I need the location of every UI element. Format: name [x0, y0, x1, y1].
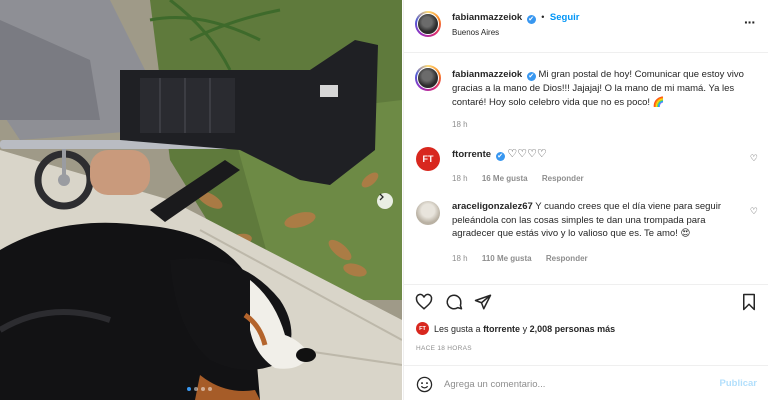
comment-likes[interactable]: 16 Me gusta [482, 174, 528, 183]
comment-box: Publicar [404, 365, 768, 400]
avatar[interactable] [415, 11, 441, 37]
comment-input[interactable] [444, 376, 704, 392]
comment-username[interactable]: araceligonzalez67 [452, 201, 533, 212]
verified-badge-icon: ✔ [526, 72, 536, 81]
comment-time[interactable]: 18 h [452, 254, 468, 263]
avatar[interactable] [415, 65, 441, 91]
likes-count[interactable]: 2,008 personas más [530, 324, 616, 334]
more-options-icon[interactable]: ··· [744, 14, 756, 30]
action-bar [404, 284, 768, 344]
comment-likes[interactable]: 110 Me gusta [482, 254, 532, 263]
comment-meta: 18 h 110 Me gusta Responder [452, 254, 588, 263]
likes-prefix: Les gusta a [434, 323, 481, 334]
carousel-dot [187, 387, 191, 391]
liker-avatar: FT [416, 322, 429, 335]
post-details-panel: fabianmazzeiok ✔ • Seguir Buenos Aires ·… [403, 0, 768, 400]
verified-badge-icon: ✔ [495, 152, 505, 161]
comment: ftorrente ✔ ♡♡♡♡ [452, 148, 742, 162]
username-link[interactable]: fabianmazzeiok [452, 12, 522, 23]
separator-dot: • [541, 12, 545, 22]
location-link[interactable]: Buenos Aires [452, 28, 499, 37]
verified-badge-icon: ✔ [526, 15, 536, 24]
carousel-dot [201, 387, 205, 391]
comment-username[interactable]: ftorrente [452, 149, 491, 160]
heart-icon[interactable] [415, 293, 433, 311]
post-header: fabianmazzeiok ✔ • Seguir Buenos Aires ·… [404, 0, 768, 53]
photo-illustration [0, 0, 402, 400]
bookmark-icon[interactable] [740, 293, 758, 311]
carousel-indicator [187, 387, 212, 391]
comment-time[interactable]: 18 h [452, 174, 468, 183]
reply-button[interactable]: Responder [542, 174, 584, 183]
post-photo[interactable] [0, 0, 402, 400]
comment-avatar[interactable]: FT [416, 147, 440, 171]
liker-username[interactable]: ftorrente [483, 324, 520, 334]
post-comment-button[interactable]: Publicar [720, 378, 758, 389]
reply-button[interactable]: Responder [546, 254, 588, 263]
like-comment-heart-icon[interactable]: ♡ [750, 153, 758, 164]
comment-meta: 18 h 16 Me gusta Responder [452, 174, 584, 183]
caption: fabianmazzeiok ✔ Mi gran postal de hoy! … [452, 68, 752, 110]
carousel-next-button[interactable] [377, 193, 393, 209]
caption-username[interactable]: fabianmazzeiok [452, 69, 522, 80]
carousel-dot [208, 387, 212, 391]
header-user-line: fabianmazzeiok ✔ • Seguir [452, 12, 579, 24]
like-comment-heart-icon[interactable]: ♡ [750, 206, 758, 217]
likes-middle: y [522, 323, 528, 334]
comment-avatar[interactable] [416, 201, 440, 225]
likes-summary: FT Les gusta a ftorrente y 2,008 persona… [416, 322, 615, 335]
carousel-dot [194, 387, 198, 391]
chevron-right-icon [379, 193, 384, 201]
emoji-icon[interactable] [416, 376, 433, 393]
comment: araceligonzalez67 Y cuando crees que el … [452, 200, 742, 241]
share-icon[interactable] [474, 293, 492, 311]
caption-time[interactable]: 18 h [452, 120, 468, 129]
comment-text: ♡♡♡♡ [507, 148, 547, 160]
comment-icon[interactable] [445, 293, 463, 311]
follow-button[interactable]: Seguir [550, 12, 580, 23]
post-date[interactable]: HACE 18 HORAS [416, 345, 472, 352]
